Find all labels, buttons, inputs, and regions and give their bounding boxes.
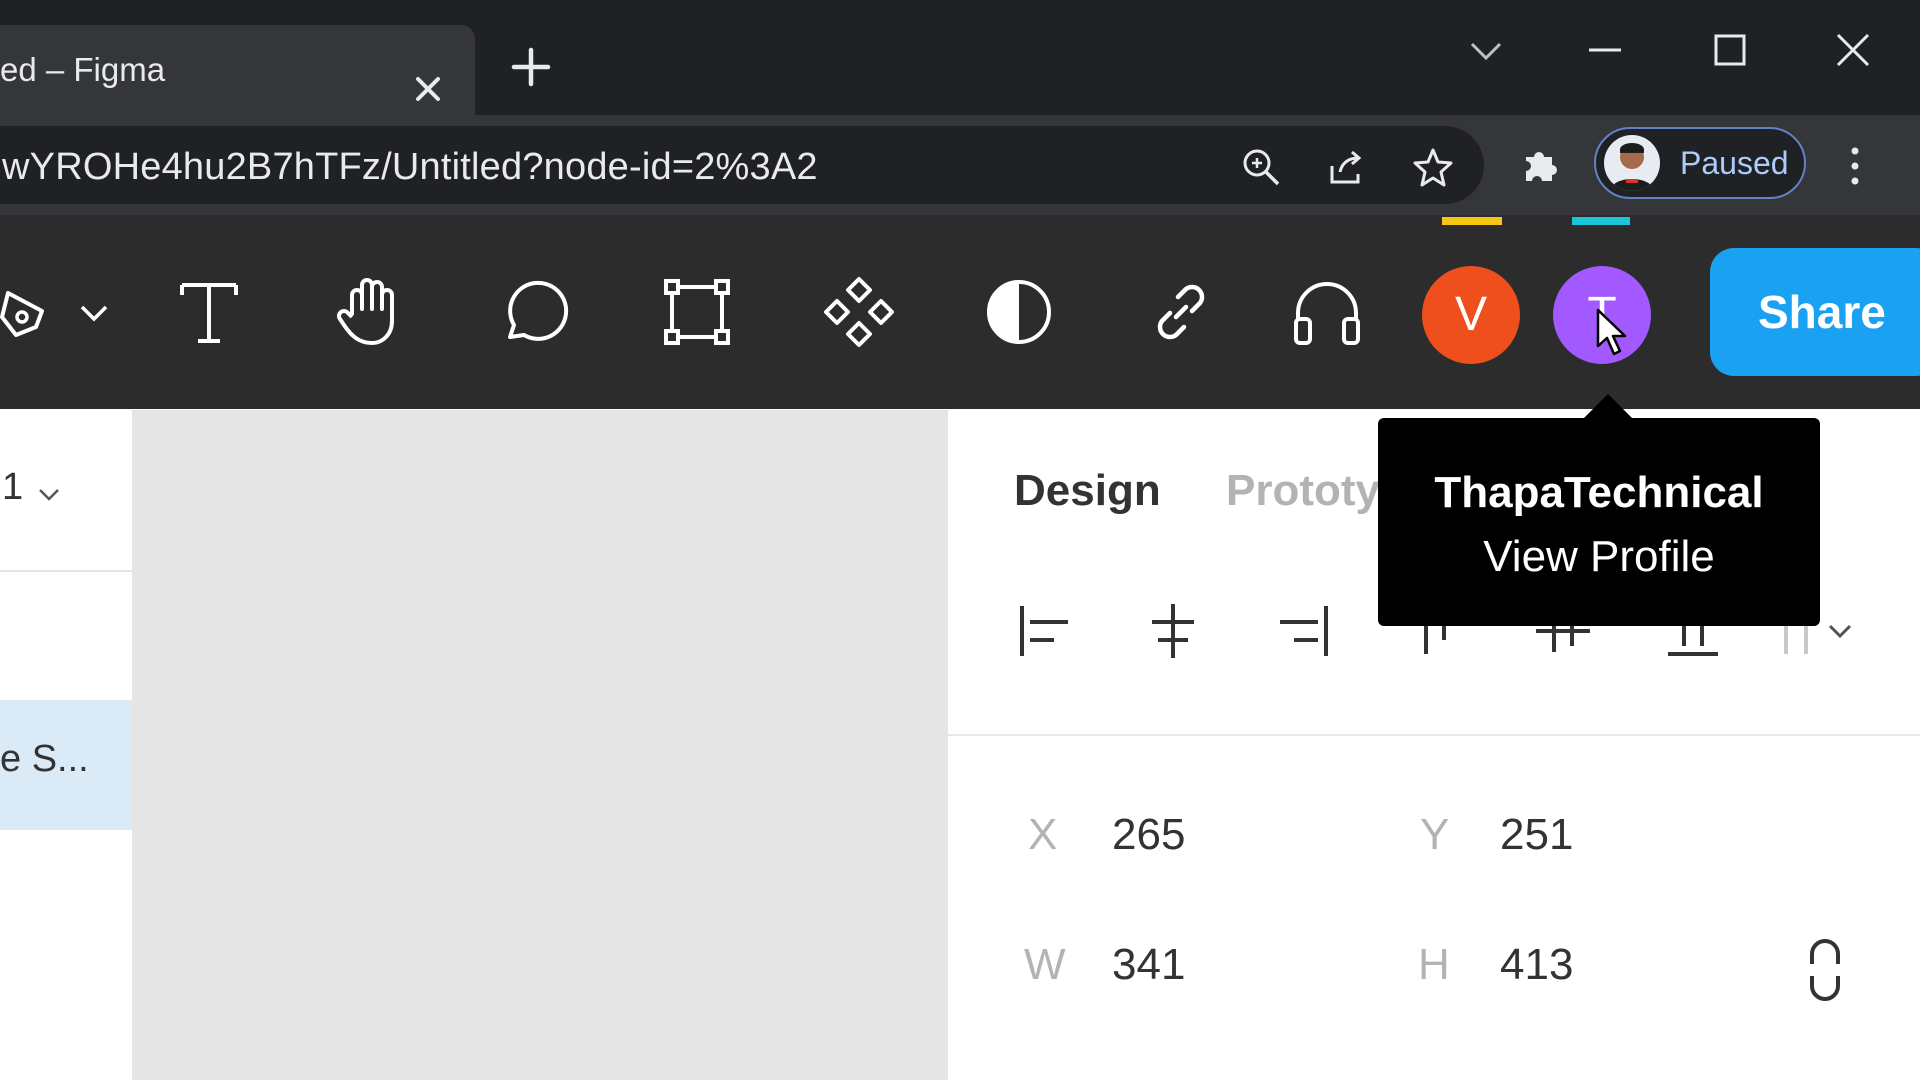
w-label: W [1024,940,1066,989]
close-icon[interactable] [408,69,448,109]
user-avatar-v[interactable]: V [1422,266,1520,364]
share-icon[interactable] [1326,146,1368,188]
star-icon[interactable] [1412,146,1454,188]
profile-button[interactable]: Paused [1594,127,1806,199]
extensions-icon[interactable] [1518,141,1564,187]
minimize-icon[interactable] [1575,20,1635,80]
view-profile-link[interactable]: View Profile [1378,532,1820,582]
chevron-down-icon[interactable] [1456,20,1516,80]
text-tool-icon[interactable] [168,271,250,353]
omnibox[interactable]: wYROHe4hu2B7hTFz/Untitled?node-id=2%3A2 [0,126,1484,204]
x-input[interactable]: 265 [1112,810,1185,860]
hand-tool-icon[interactable] [330,269,412,351]
profile-status: Paused [1680,145,1789,181]
divider [0,570,132,572]
align-left-icon[interactable] [1014,600,1076,662]
plus-icon[interactable] [508,44,554,90]
layer-label: e S... [0,738,89,780]
mouse-cursor-icon [1596,308,1627,356]
chevron-down-icon[interactable] [36,484,62,504]
layers-panel: 1 e S... [0,410,134,1080]
w-input[interactable]: 341 [1112,940,1185,990]
component-icon[interactable] [818,271,900,353]
y-input[interactable]: 251 [1500,810,1573,860]
divider [948,734,1920,736]
tab-title: ed – Figma [0,51,166,88]
tooltip-user-name: ThapaTechnical [1434,468,1764,517]
url-text[interactable]: wYROHe4hu2B7hTFz/Untitled?node-id=2%3A2 [2,146,818,189]
browser-tab[interactable]: ed – Figma [0,25,475,115]
canvas[interactable] [134,410,946,1080]
layer-row-selected[interactable]: e S... [0,700,132,830]
zoom-icon[interactable] [1240,146,1282,188]
headphones-icon[interactable] [1286,271,1368,353]
browser-tab-bar: ed – Figma [0,0,1920,115]
y-label: Y [1420,810,1450,859]
user-t-indicator [1572,217,1630,225]
close-window-icon[interactable] [1823,20,1883,80]
constrain-proportions-icon[interactable] [1800,938,1850,1002]
h-input[interactable]: 413 [1500,940,1573,990]
h-label: H [1418,940,1450,989]
more-vert-icon[interactable] [1840,143,1870,189]
avatar [1604,135,1660,191]
frame-tool-icon[interactable] [656,271,738,353]
comment-tool-icon[interactable] [490,271,572,353]
tooltip-arrow [1582,394,1634,420]
align-horizontal-center-icon[interactable] [1142,600,1204,662]
maximize-icon[interactable] [1700,20,1760,80]
tab-design[interactable]: Design [1014,466,1161,516]
link-icon[interactable] [1140,271,1222,353]
x-label: X [1028,810,1058,859]
share-button[interactable]: Share [1710,248,1920,376]
user-v-indicator [1442,217,1502,225]
contrast-icon[interactable] [978,271,1060,353]
user-tooltip: ThapaTechnical View Profile [1378,418,1820,626]
align-right-icon[interactable] [1272,600,1334,662]
page-selector[interactable]: 1 [2,466,23,509]
chevron-down-icon[interactable] [74,293,114,333]
tab-prototype[interactable]: Prototy [1226,466,1380,516]
screen: ed – Figma wYROHe4hu2B7hTFz/Untitled?nod… [0,0,1920,1080]
pen-tool-icon[interactable] [0,271,68,353]
